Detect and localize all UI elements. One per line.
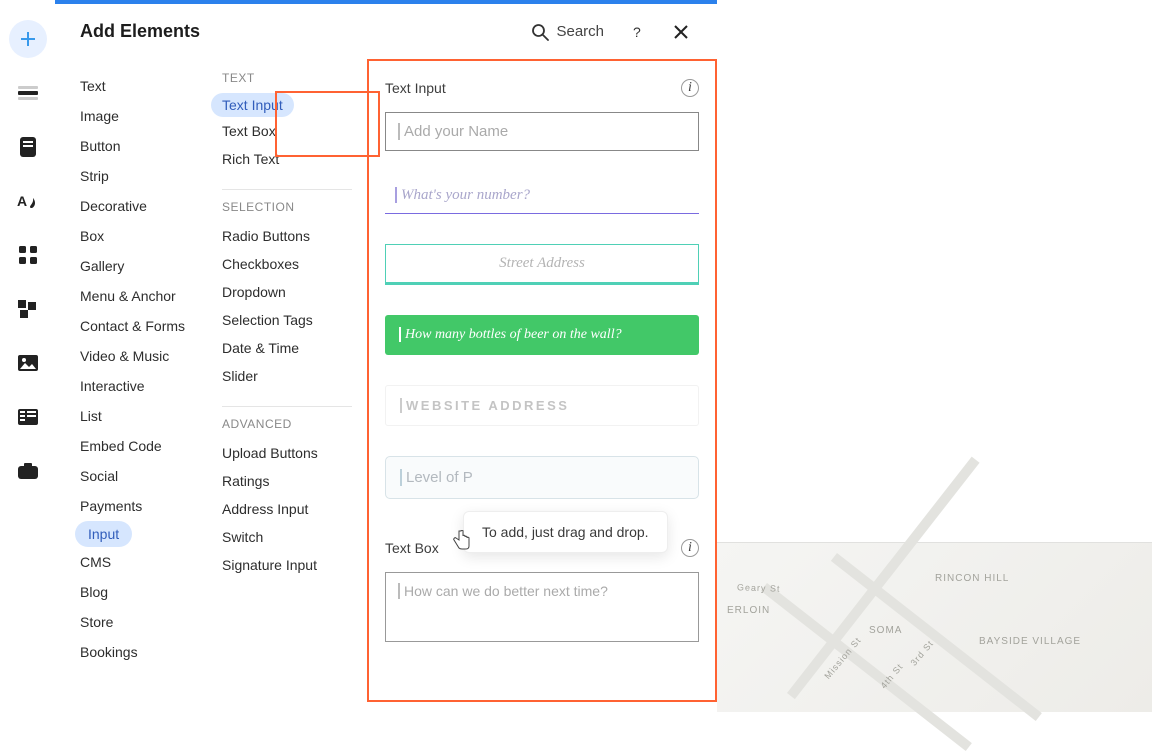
cat-contact-forms[interactable]: Contact & Forms (55, 311, 202, 341)
cat-interactive[interactable]: Interactive (55, 371, 202, 401)
sub-signature-input[interactable]: Signature Input (222, 551, 352, 579)
section-text-box-title: Text Box (385, 540, 439, 556)
panel-header: Add Elements Search ? (55, 4, 717, 59)
cat-decorative[interactable]: Decorative (55, 191, 202, 221)
info-icon[interactable]: i (681, 79, 699, 97)
info-icon[interactable]: i (681, 539, 699, 557)
cat-text[interactable]: Text (55, 71, 202, 101)
section-icon[interactable] (9, 74, 47, 112)
puzzle-icon[interactable] (9, 290, 47, 328)
divider (222, 189, 352, 190)
cat-image[interactable]: Image (55, 101, 202, 131)
map-label-bayside: BAYSIDE VILLAGE (979, 635, 1081, 648)
drag-drop-tooltip: To add, just drag and drop. (463, 511, 668, 553)
sub-slider[interactable]: Slider (222, 362, 352, 390)
sub-radio-buttons[interactable]: Radio Buttons (222, 222, 352, 250)
sample-website-input[interactable]: WEBSITE ADDRESS (385, 385, 699, 426)
add-elements-panel: Add Elements Search ? Text Image Button … (55, 0, 717, 712)
sub-selection-tags[interactable]: Selection Tags (222, 306, 352, 334)
map-label-geary: Geary St (737, 582, 781, 594)
section-text-input-title: Text Input (385, 80, 446, 96)
page-icon[interactable] (9, 128, 47, 166)
cat-store[interactable]: Store (55, 607, 202, 637)
sub-rich-text[interactable]: Rich Text (222, 145, 352, 173)
group-label-advanced: ADVANCED (222, 417, 352, 431)
help-button[interactable]: ? (626, 21, 648, 43)
cat-strip[interactable]: Strip (55, 161, 202, 191)
sub-switch[interactable]: Switch (222, 523, 352, 551)
sample-textbox[interactable]: How can we do better next time? (385, 572, 699, 642)
cat-blog[interactable]: Blog (55, 577, 202, 607)
sub-dropdown[interactable]: Dropdown (222, 278, 352, 306)
cat-payments[interactable]: Payments (55, 491, 202, 521)
sub-checkboxes[interactable]: Checkboxes (222, 250, 352, 278)
sub-text-box[interactable]: Text Box (222, 117, 352, 145)
close-button[interactable] (670, 21, 692, 43)
apps-icon[interactable] (9, 236, 47, 274)
preview-column: Text Input i Add your Name What's your n… (367, 59, 717, 702)
map-label-soma: SOMA (869, 625, 902, 636)
cat-list[interactable]: List (55, 401, 202, 431)
business-icon[interactable] (9, 452, 47, 490)
panel-title: Add Elements (80, 21, 200, 42)
svg-text:?: ? (633, 24, 641, 40)
group-label-text: TEXT (222, 71, 352, 85)
search-button[interactable]: Search (531, 23, 604, 41)
sample-number-input[interactable]: What's your number? (385, 181, 699, 214)
sub-date-time[interactable]: Date & Time (222, 334, 352, 362)
cat-video-music[interactable]: Video & Music (55, 341, 202, 371)
search-label: Search (556, 23, 604, 40)
sample-bottles-input[interactable]: How many bottles of beer on the wall? (385, 315, 699, 355)
sample-name-input[interactable]: Add your Name (385, 112, 699, 151)
theme-icon[interactable]: A (9, 182, 47, 220)
cat-button[interactable]: Button (55, 131, 202, 161)
sub-address-input[interactable]: Address Input (222, 495, 352, 523)
map-preview: ERLOIN Geary St SOMA RINCON HILL BAYSIDE… (717, 542, 1152, 712)
sample-street-input[interactable]: Street Address (385, 244, 699, 285)
primary-category-list: Text Image Button Strip Decorative Box G… (55, 59, 202, 712)
map-label-rincon: RINCON HILL (935, 573, 1009, 584)
group-label-selection: SELECTION (222, 200, 352, 214)
add-elements-button[interactable] (9, 20, 47, 58)
media-icon[interactable] (9, 344, 47, 382)
left-toolbar: A (0, 0, 55, 712)
cat-menu-anchor[interactable]: Menu & Anchor (55, 281, 202, 311)
cat-social[interactable]: Social (55, 461, 202, 491)
sub-text-input[interactable]: Text Input (211, 93, 294, 117)
svg-text:A: A (17, 193, 27, 209)
cat-bookings[interactable]: Bookings (55, 637, 202, 667)
secondary-category-list: TEXT Text Input Text Box Rich Text SELEC… (202, 59, 367, 712)
cat-gallery[interactable]: Gallery (55, 251, 202, 281)
divider (222, 406, 352, 407)
cat-embed-code[interactable]: Embed Code (55, 431, 202, 461)
cat-input[interactable]: Input (75, 521, 132, 547)
cat-box[interactable]: Box (55, 221, 202, 251)
sub-ratings[interactable]: Ratings (222, 467, 352, 495)
map-label-third: 3rd St (909, 638, 936, 667)
sample-level-input[interactable]: Level of P (385, 456, 699, 499)
section-text-input-header: Text Input i (385, 79, 699, 97)
cat-cms[interactable]: CMS (55, 547, 202, 577)
data-icon[interactable] (9, 398, 47, 436)
sub-upload-buttons[interactable]: Upload Buttons (222, 439, 352, 467)
map-label-erloin: ERLOIN (727, 605, 770, 616)
